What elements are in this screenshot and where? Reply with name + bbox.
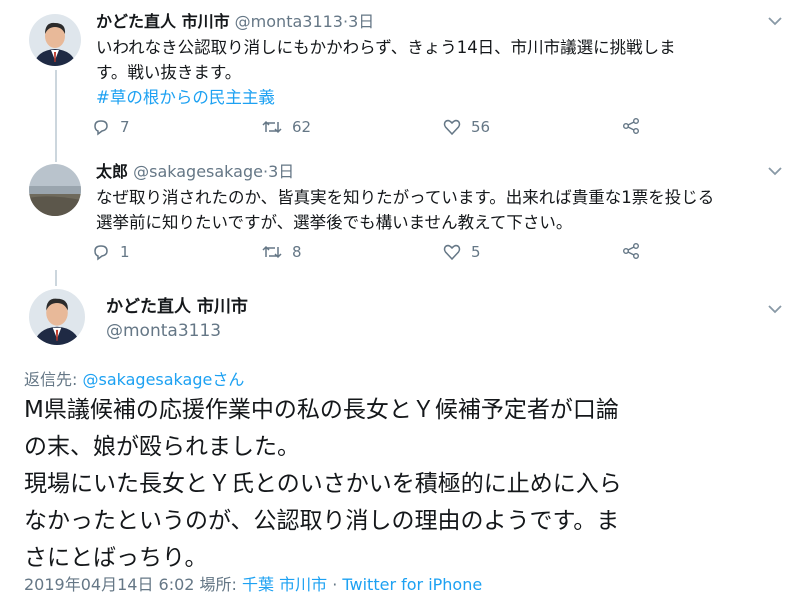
- retweet-count: 8: [292, 243, 302, 261]
- retweet-count: 62: [292, 118, 312, 136]
- avatar[interactable]: [29, 14, 81, 66]
- chevron-down-icon[interactable]: [768, 304, 782, 314]
- tweet-text-line: いわれなき公認取り消しにもかかわらず、きょう14日、市川市議選に挑戦しま: [96, 38, 676, 57]
- reply-count: 1: [120, 243, 130, 261]
- tweet-text: いわれなき公認取り消しにもかかわらず、きょう14日、市川市議選に挑戦しま す。戦…: [96, 35, 786, 110]
- thread-line: [55, 150, 57, 162]
- reply-count: 7: [120, 118, 130, 136]
- main-text-line: の末、娘が殴られました。: [24, 434, 300, 460]
- chevron-down-icon[interactable]: [768, 166, 782, 176]
- like-count: 56: [471, 118, 491, 136]
- main-text-line: なかったというのが、公認取り消しの理由のようです。ま: [24, 508, 620, 534]
- timestamp[interactable]: 3日: [348, 12, 374, 31]
- tweet-text-line: す。戦い抜きます。: [96, 63, 242, 82]
- thread-line: [55, 70, 57, 150]
- meta-separator: ·: [327, 575, 343, 594]
- retweet-icon: [262, 118, 282, 136]
- avatar[interactable]: [29, 164, 81, 216]
- tweet-text-line: 選挙前に知りたいですが、選挙後でも構いません教えて下さい。: [96, 213, 573, 232]
- reply-icon: [92, 118, 110, 136]
- display-name[interactable]: かどた直人 市川市: [106, 292, 248, 317]
- avatar[interactable]: [29, 289, 85, 345]
- share-button[interactable]: [622, 242, 640, 260]
- tweet-header: 太郎 @sakagesakage·3日: [96, 162, 294, 182]
- timestamp[interactable]: 3日: [268, 162, 294, 181]
- chevron-down-icon[interactable]: [768, 16, 782, 26]
- hashtag-link[interactable]: #草の根からの民主主義: [96, 85, 786, 110]
- reply-prefix: 返信先:: [24, 370, 83, 389]
- retweet-button[interactable]: 62: [262, 117, 311, 137]
- reply-mention-link[interactable]: @sakagesakageさん: [82, 370, 244, 389]
- main-text-line: M県議候補の応援作業中の私の長女とＹ候補予定者が口論: [24, 397, 619, 423]
- meta-timestamp[interactable]: 2019年04月14日 6:02 場所:: [24, 575, 242, 594]
- thread-line: [55, 270, 57, 286]
- like-button[interactable]: 56: [443, 117, 490, 137]
- retweet-button[interactable]: 8: [262, 242, 302, 262]
- user-handle[interactable]: @monta3113: [106, 321, 221, 341]
- like-icon: [443, 243, 461, 261]
- reply-icon: [92, 243, 110, 261]
- reply-button[interactable]: 1: [92, 242, 130, 262]
- retweet-icon: [262, 243, 282, 261]
- tweet-meta: 2019年04月14日 6:02 場所: 千葉 市川市 · Twitter fo…: [24, 571, 482, 595]
- share-button[interactable]: [622, 117, 640, 135]
- display-name[interactable]: かどた直人 市川市: [96, 12, 230, 31]
- tweet-actions: 7 62 56: [0, 117, 800, 137]
- tweet-text: なぜ取り消されたのか、皆真実を知りたがっています。出来れば貴重な1票を投じる 選…: [96, 185, 786, 235]
- display-name[interactable]: 太郎: [96, 162, 128, 181]
- tweet-1[interactable]: かどた直人 市川市 @monta3113·3日 いわれなき公認取り消しにもかかわ…: [0, 0, 800, 150]
- tweet-actions: 1 8 5: [0, 242, 800, 262]
- user-handle[interactable]: @monta3113: [235, 12, 343, 31]
- reply-button[interactable]: 7: [92, 117, 130, 137]
- client-link[interactable]: Twitter for iPhone: [342, 575, 482, 594]
- main-text-line: 現場にいた長女とＹ氏とのいさかいを積極的に止めに入ら: [24, 471, 622, 497]
- tweet-2[interactable]: 太郎 @sakagesakage·3日 なぜ取り消されたのか、皆真実を知りたがっ…: [0, 150, 800, 270]
- user-handle[interactable]: @sakagesakage: [133, 162, 263, 181]
- like-button[interactable]: 5: [443, 242, 481, 262]
- share-icon: [622, 242, 640, 260]
- like-count: 5: [471, 243, 481, 261]
- tweet-text-line: なぜ取り消されたのか、皆真実を知りたがっています。出来れば貴重な1票を投じる: [96, 188, 715, 207]
- share-icon: [622, 117, 640, 135]
- tweet-header: かどた直人 市川市 @monta3113·3日: [96, 12, 374, 32]
- reply-context: 返信先: @sakagesakageさん: [24, 366, 244, 390]
- main-tweet-text: M県議候補の応援作業中の私の長女とＹ候補予定者が口論 の末、娘が殴られました。 …: [24, 392, 780, 577]
- like-icon: [443, 118, 461, 136]
- location-link[interactable]: 千葉 市川市: [242, 575, 327, 594]
